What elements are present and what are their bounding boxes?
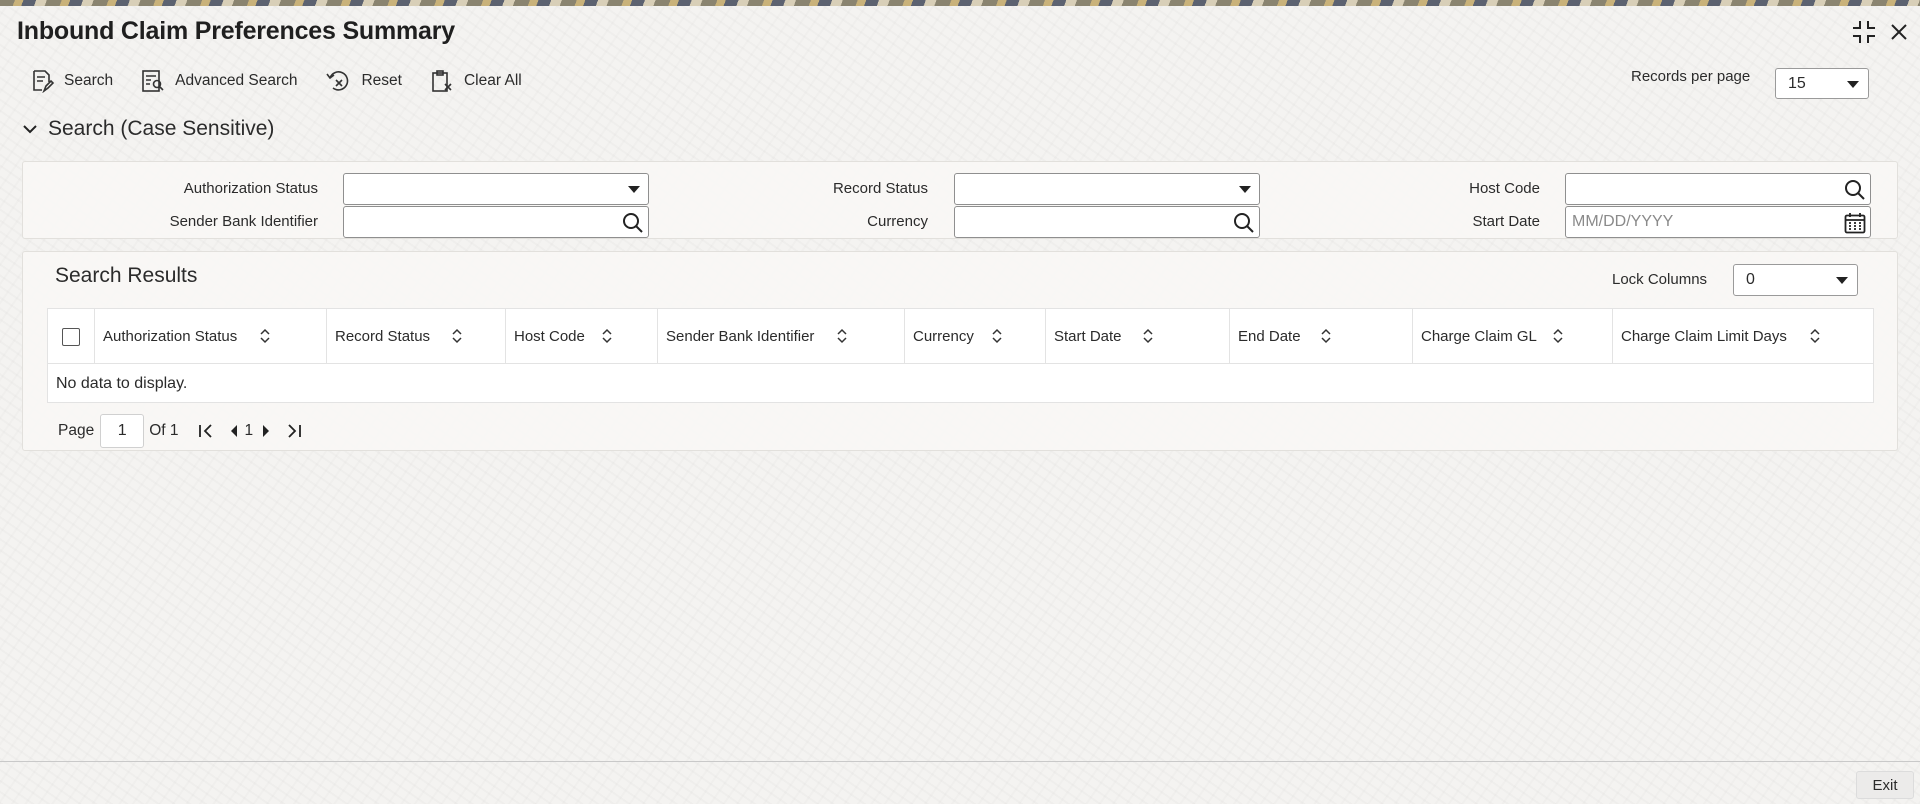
clear-all-button-label: Clear All xyxy=(463,72,522,89)
advanced-search-button-label: Advanced Search xyxy=(175,72,298,89)
chevron-down-icon xyxy=(1239,186,1251,193)
table-header: Authorization Status Record Status Host … xyxy=(48,309,1873,364)
lock-columns-label: Lock Columns xyxy=(1612,271,1708,288)
prev-page-icon[interactable] xyxy=(229,424,239,438)
clear-all-icon xyxy=(432,70,452,92)
host-code-label: Host Code xyxy=(1469,180,1540,197)
first-page-icon[interactable] xyxy=(197,422,215,440)
search-doc-icon xyxy=(33,70,54,93)
records-per-page-label: Records per page xyxy=(1631,68,1751,85)
reset-icon xyxy=(326,71,349,91)
select-all-column xyxy=(48,309,95,364)
reset-button[interactable]: Reset xyxy=(325,69,402,93)
lock-columns-value: 0 xyxy=(1746,271,1755,288)
sort-icon[interactable] xyxy=(1809,328,1821,344)
calendar-icon[interactable] xyxy=(1844,212,1866,234)
host-code-input[interactable] xyxy=(1565,173,1871,205)
clear-all-button[interactable]: Clear All xyxy=(430,69,522,93)
page-title: Inbound Claim Preferences Summary xyxy=(17,17,455,45)
minimize-icon[interactable] xyxy=(1852,20,1876,44)
column-charge-claim-limit-days[interactable]: Charge Claim Limit Days xyxy=(1613,309,1875,364)
column-start-date[interactable]: Start Date xyxy=(1046,309,1230,364)
column-charge-claim-gl[interactable]: Charge Claim GL xyxy=(1413,309,1613,364)
sort-icon[interactable] xyxy=(1320,328,1332,344)
search-results-panel: Search Results Lock Columns 0 Authorizat… xyxy=(22,251,1898,451)
page-label: Page xyxy=(58,422,95,439)
exit-button[interactable]: Exit xyxy=(1856,771,1914,799)
authorization-status-label: Authorization Status xyxy=(183,180,318,197)
currency-label: Currency xyxy=(867,213,928,230)
close-icon[interactable] xyxy=(1890,23,1908,41)
search-section-toggle[interactable]: Search (Case Sensitive) xyxy=(22,117,274,141)
results-table: Authorization Status Record Status Host … xyxy=(47,308,1874,403)
column-end-date[interactable]: End Date xyxy=(1230,309,1413,364)
advanced-search-button[interactable]: Advanced Search xyxy=(141,69,297,93)
start-date-placeholder: MM/DD/YYYY xyxy=(1572,213,1674,230)
next-page-icon[interactable] xyxy=(261,424,271,438)
column-authorization-status[interactable]: Authorization Status xyxy=(95,309,327,364)
search-results-title: Search Results xyxy=(55,264,198,287)
currency-input[interactable] xyxy=(954,206,1260,238)
select-all-checkbox[interactable] xyxy=(62,327,80,346)
magnifier-icon[interactable] xyxy=(622,212,644,234)
empty-table-message: No data to display. xyxy=(56,375,188,392)
last-page-icon[interactable] xyxy=(285,422,303,440)
search-button-label: Search xyxy=(64,72,114,89)
start-date-label: Start Date xyxy=(1472,213,1540,230)
pagination: Page 1 Of 1 1 xyxy=(58,414,303,448)
column-sender-bank-identifier[interactable]: Sender Bank Identifier xyxy=(658,309,905,364)
page-link[interactable]: 1 xyxy=(245,422,254,440)
toolbar: Search Advanced Search Reset Clear All xyxy=(30,69,550,93)
sort-icon[interactable] xyxy=(451,328,463,344)
authorization-status-select[interactable] xyxy=(343,173,649,205)
column-currency[interactable]: Currency xyxy=(905,309,1046,364)
magnifier-icon[interactable] xyxy=(1844,179,1866,201)
sender-bank-identifier-input[interactable] xyxy=(343,206,649,238)
sort-icon[interactable] xyxy=(259,328,271,344)
lock-columns-select[interactable]: 0 xyxy=(1733,264,1858,296)
search-section-title: Search (Case Sensitive) xyxy=(48,117,275,140)
sort-icon[interactable] xyxy=(836,328,848,344)
chevron-down-icon xyxy=(1847,80,1859,88)
records-per-page-value: 15 xyxy=(1788,74,1806,92)
sort-icon[interactable] xyxy=(1552,328,1564,344)
footer-divider xyxy=(0,761,1920,762)
page-number-input[interactable]: 1 xyxy=(100,414,145,448)
window-controls xyxy=(1852,20,1908,44)
search-criteria-panel: Authorization Status Record Status Host … xyxy=(22,161,1898,239)
search-button[interactable]: Search xyxy=(30,69,113,93)
chevron-down-icon xyxy=(1836,277,1848,284)
header-banner xyxy=(0,0,1920,6)
chevron-down-icon xyxy=(628,186,640,193)
record-status-select[interactable] xyxy=(954,173,1260,205)
sort-icon[interactable] xyxy=(991,328,1003,344)
advanced-search-icon xyxy=(142,70,164,92)
record-status-label: Record Status xyxy=(832,180,928,197)
reset-button-label: Reset xyxy=(361,72,402,89)
start-date-input[interactable]: MM/DD/YYYY xyxy=(1565,206,1871,238)
sort-icon[interactable] xyxy=(1142,328,1154,344)
sort-icon[interactable] xyxy=(601,328,613,344)
page-of-label: Of 1 xyxy=(149,422,179,439)
column-host-code[interactable]: Host Code xyxy=(506,309,658,364)
magnifier-icon[interactable] xyxy=(1233,212,1255,234)
chevron-down-icon xyxy=(23,125,37,134)
records-per-page-select[interactable]: 15 xyxy=(1775,68,1869,99)
column-record-status[interactable]: Record Status xyxy=(327,309,506,364)
sender-bank-identifier-label: Sender Bank Identifier xyxy=(169,213,318,230)
